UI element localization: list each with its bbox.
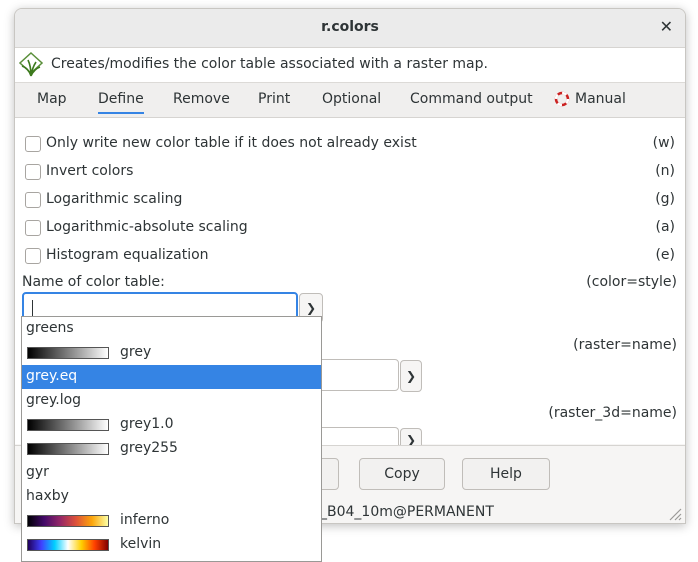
list-item[interactable]: grey1.0 (22, 413, 321, 437)
flag-e-key: (e) (655, 247, 675, 263)
list-item-label: grey (120, 344, 152, 360)
color-ramp-swatch (27, 515, 109, 527)
flag-g-label: Logarithmic scaling (46, 191, 183, 207)
status-text: _B04_10m@PERMANENT (320, 504, 494, 520)
list-item-label: grey.log (26, 392, 82, 408)
color-table-dropdown-list: greens grey grey.eq grey.log grey1.0 gre… (21, 316, 322, 562)
tab-map[interactable]: Map (37, 91, 67, 107)
copy-button[interactable]: Copy (359, 458, 445, 490)
flag-e-checkbox[interactable] (25, 248, 41, 264)
raster-3d-key: (raster_3d=name) (548, 405, 677, 421)
grass-logo-icon (19, 52, 43, 77)
tab-command-output[interactable]: Command output (410, 91, 533, 107)
list-item[interactable]: grey.log (22, 389, 321, 413)
list-item-selected[interactable]: grey.eq (22, 365, 321, 389)
list-item-label: grey.eq (26, 368, 78, 384)
chevron-down-icon: ❯ (305, 301, 317, 315)
tab-define[interactable]: Define (98, 91, 144, 114)
window-title: r.colors (321, 19, 379, 35)
flag-g-key: (g) (655, 191, 675, 207)
help-button[interactable]: Help (462, 458, 550, 490)
title-bar: r.colors ✕ (15, 9, 685, 48)
flag-row-n[interactable]: Invert colors (n) (25, 163, 675, 183)
text-cursor (32, 300, 33, 316)
tab-remove[interactable]: Remove (173, 91, 230, 107)
list-item[interactable]: gyr (22, 461, 321, 485)
flag-n-key: (n) (655, 163, 675, 179)
color-ramp-swatch (27, 443, 109, 455)
raster-input[interactable] (315, 359, 399, 391)
tab-manual[interactable]: Manual (575, 91, 626, 107)
flag-row-a[interactable]: Logarithmic-absolute scaling (a) (25, 219, 675, 239)
flag-g-checkbox[interactable] (25, 192, 41, 208)
list-item-label: grey1.0 (120, 416, 174, 432)
tab-bar: Map Define Remove Print Optional Command… (15, 83, 685, 118)
flag-a-checkbox[interactable] (25, 220, 41, 236)
raster-key: (raster=name) (573, 337, 677, 353)
list-item-label: grey255 (120, 440, 178, 456)
flag-e-label: Histogram equalization (46, 247, 209, 263)
list-item-label: gyr (26, 464, 49, 480)
color-table-label: Name of color table: (22, 274, 165, 290)
color-table-key: (color=style) (586, 274, 677, 290)
module-description-bar: Creates/modifies the color table associa… (15, 48, 685, 83)
chevron-down-icon: ❯ (405, 369, 417, 383)
list-item[interactable]: grey255 (22, 437, 321, 461)
resize-grip-icon[interactable] (666, 505, 682, 521)
flag-row-g[interactable]: Logarithmic scaling (g) (25, 191, 675, 211)
flag-a-key: (a) (655, 219, 675, 235)
list-item[interactable]: kelvin (22, 533, 321, 557)
color-ramp-swatch (27, 539, 109, 551)
color-ramp-swatch (27, 419, 109, 431)
lifebuoy-icon (554, 91, 570, 107)
tab-optional[interactable]: Optional (322, 91, 381, 107)
flag-w-checkbox[interactable] (25, 136, 41, 152)
flag-w-key: (w) (652, 135, 675, 151)
flag-a-label: Logarithmic-absolute scaling (46, 219, 248, 235)
flag-n-label: Invert colors (46, 163, 134, 179)
list-item-label: inferno (120, 512, 170, 528)
list-item-label: greens (26, 320, 74, 336)
list-item[interactable]: haxby (22, 485, 321, 509)
list-item[interactable]: greens (22, 317, 321, 341)
list-item-label: haxby (26, 488, 69, 504)
tab-print[interactable]: Print (258, 91, 290, 107)
module-description: Creates/modifies the color table associa… (51, 56, 488, 72)
flag-w-label: Only write new color table if it does no… (46, 135, 417, 151)
close-icon[interactable]: ✕ (660, 17, 673, 36)
list-item-label: kelvin (120, 536, 162, 552)
list-item[interactable]: grey (22, 341, 321, 365)
flag-row-e[interactable]: Histogram equalization (e) (25, 247, 675, 267)
list-item[interactable]: inferno (22, 509, 321, 533)
color-ramp-swatch (27, 347, 109, 359)
flag-row-w[interactable]: Only write new color table if it does no… (25, 135, 675, 155)
flag-n-checkbox[interactable] (25, 164, 41, 180)
raster-dropdown-button[interactable]: ❯ (400, 360, 422, 392)
